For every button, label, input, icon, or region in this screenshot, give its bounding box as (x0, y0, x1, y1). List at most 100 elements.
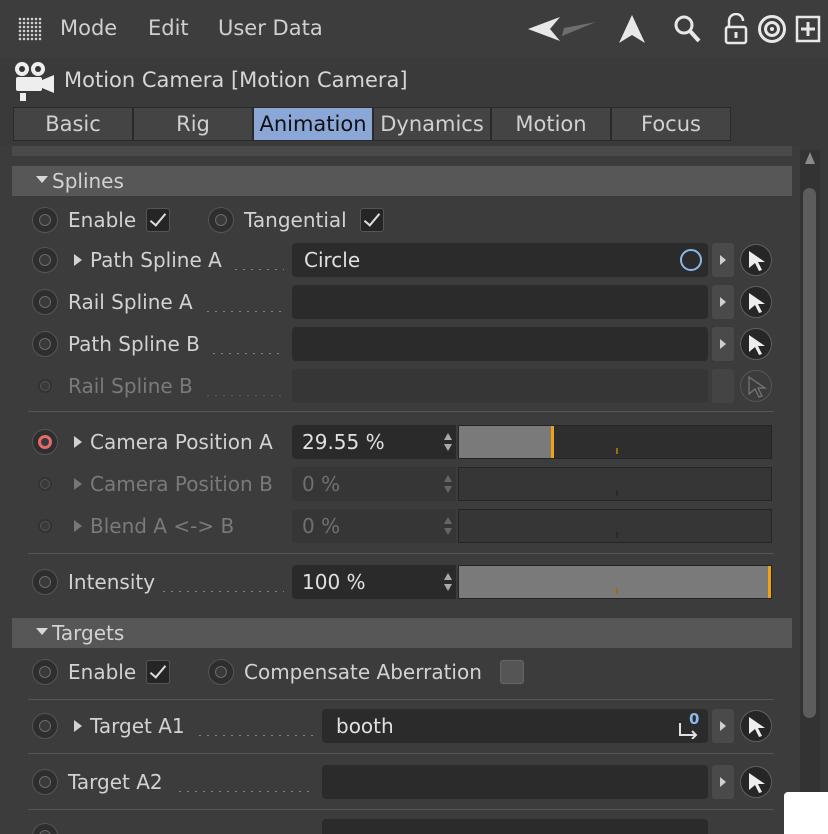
grid-menu-icon[interactable] (18, 17, 42, 41)
menu-mode[interactable]: Mode (60, 16, 117, 40)
target-a1-label: Target A1 (90, 714, 185, 738)
slider-center-tick (616, 448, 618, 454)
slider-center-tick (616, 490, 618, 496)
path-spline-a-pick-button[interactable] (740, 244, 772, 276)
blend-input: 0 % (292, 509, 456, 543)
section-targets[interactable]: Targets (12, 618, 792, 648)
keyframe-radio-compensate[interactable] (208, 659, 234, 685)
target-a2-pick-button[interactable] (740, 766, 772, 798)
dots-leader (232, 268, 284, 270)
divider (28, 411, 774, 412)
new-panel-icon[interactable] (794, 10, 822, 48)
tab-dynamics[interactable]: Dynamics (373, 107, 491, 141)
expand-triangle-icon[interactable] (74, 436, 82, 448)
compensate-checkbox[interactable] (500, 660, 524, 684)
spline-circle-icon (680, 249, 702, 271)
keyframe-radio-enable[interactable] (32, 207, 58, 233)
path-spline-a-menu-button[interactable] (712, 243, 734, 277)
target-a1-menu-button[interactable] (712, 709, 734, 743)
target-a2-label: Target A2 (68, 770, 163, 794)
path-spline-b-label: Path Spline B (68, 332, 200, 356)
rail-spline-a-pick-button[interactable] (740, 286, 772, 318)
expand-triangle-icon[interactable] (74, 254, 82, 266)
stepper-arrows-icon[interactable] (444, 571, 452, 593)
target-a2-menu-button[interactable] (712, 765, 734, 799)
motion-camera-icon (12, 60, 56, 106)
path-spline-b-pick-button[interactable] (740, 328, 772, 360)
intensity-value: 100 % (302, 570, 366, 594)
overlay-corner (784, 792, 828, 834)
path-spline-b-menu-button[interactable] (712, 327, 734, 361)
targets-enable-checkbox[interactable] (146, 660, 170, 684)
expand-triangle-icon[interactable] (74, 720, 82, 732)
intensity-input[interactable]: 100 % (292, 565, 456, 599)
expand-triangle-icon (74, 478, 82, 490)
rail-spline-a-field[interactable] (292, 285, 708, 319)
enable-label: Enable (68, 208, 137, 232)
menu-user-data[interactable]: User Data (218, 16, 323, 40)
keyframe-radio-path-spline-b[interactable] (32, 331, 58, 357)
camera-position-a-slider[interactable] (458, 425, 772, 459)
next-field[interactable] (322, 819, 708, 834)
tab-rig[interactable]: Rig (133, 107, 253, 141)
keyframe-radio-intensity[interactable] (32, 569, 58, 595)
section-splines-label: Splines (52, 169, 124, 193)
tab-animation[interactable]: Animation (253, 107, 373, 141)
tab-bar: Basic Rig Animation Dynamics Motion Focu… (13, 107, 731, 143)
tab-focus[interactable]: Focus (611, 107, 731, 141)
target-a1-field[interactable]: booth 0 (322, 709, 708, 743)
up-arrow-icon[interactable] (614, 10, 650, 48)
stepper-arrows-icon[interactable] (444, 431, 452, 453)
target-a1-pick-button[interactable] (740, 710, 772, 742)
path-spline-a-field[interactable]: Circle (292, 243, 708, 277)
expand-triangle-icon (74, 520, 82, 532)
camera-position-a-label: Camera Position A (90, 430, 273, 454)
scroll-up-arrow-icon[interactable] (805, 152, 815, 164)
section-splines[interactable]: Splines (12, 166, 792, 196)
stepper-arrows-icon (444, 517, 452, 535)
vertical-scrollbar[interactable] (800, 150, 820, 834)
intensity-slider[interactable] (458, 565, 772, 599)
link-badge-count: 0 (689, 710, 700, 728)
slider-fill (459, 566, 771, 598)
keyframe-radio-tangential[interactable] (208, 207, 234, 233)
rail-spline-a-menu-button[interactable] (712, 285, 734, 319)
blend-label: Blend A <-> B (90, 514, 235, 538)
link-badge-icon: 0 (678, 710, 702, 740)
menu-edit[interactable]: Edit (148, 16, 189, 40)
tab-motion[interactable]: Motion (491, 107, 611, 141)
keyframe-radio-camera-position-a[interactable] (32, 429, 58, 455)
divider (28, 809, 774, 810)
lock-icon[interactable] (720, 10, 752, 48)
blend-slider (458, 509, 772, 543)
targets-enable-label: Enable (68, 660, 137, 684)
target-icon[interactable] (756, 10, 788, 48)
keyframe-radio-target-enable[interactable] (32, 659, 58, 685)
scroll-thumb[interactable] (803, 188, 816, 718)
camera-position-a-value: 29.55 % (302, 430, 385, 454)
rail-spline-b-label: Rail Spline B (68, 374, 193, 398)
slider-knob[interactable] (768, 566, 771, 598)
tab-basic[interactable]: Basic (13, 107, 133, 141)
enable-checkbox[interactable] (146, 208, 170, 232)
search-icon[interactable] (670, 10, 704, 48)
tangential-checkbox[interactable] (360, 208, 384, 232)
target-a2-field[interactable] (322, 765, 708, 799)
rail-spline-b-menu-button (712, 369, 734, 403)
keyframe-radio-next[interactable] (32, 823, 58, 834)
intensity-label: Intensity (68, 570, 156, 594)
back-arrow-icon[interactable] (522, 10, 602, 48)
keyframe-radio-camera-position-b (38, 477, 52, 491)
slider-knob[interactable] (551, 426, 554, 458)
path-spline-b-field[interactable] (292, 327, 708, 361)
camera-position-a-input[interactable]: 29.55 % (292, 425, 456, 459)
keyframe-radio-target-a1[interactable] (32, 713, 58, 739)
dots-leader (160, 590, 284, 592)
compensate-label: Compensate Aberration (244, 660, 482, 684)
keyframe-radio-rail-spline-a[interactable] (32, 289, 58, 315)
keyframe-radio-target-a2[interactable] (32, 769, 58, 795)
keyframe-radio-path-spline-a[interactable] (32, 247, 58, 273)
rail-spline-b-pick-button (740, 370, 772, 402)
group-header-clipped (12, 146, 792, 156)
stepper-arrows-icon (444, 475, 452, 493)
